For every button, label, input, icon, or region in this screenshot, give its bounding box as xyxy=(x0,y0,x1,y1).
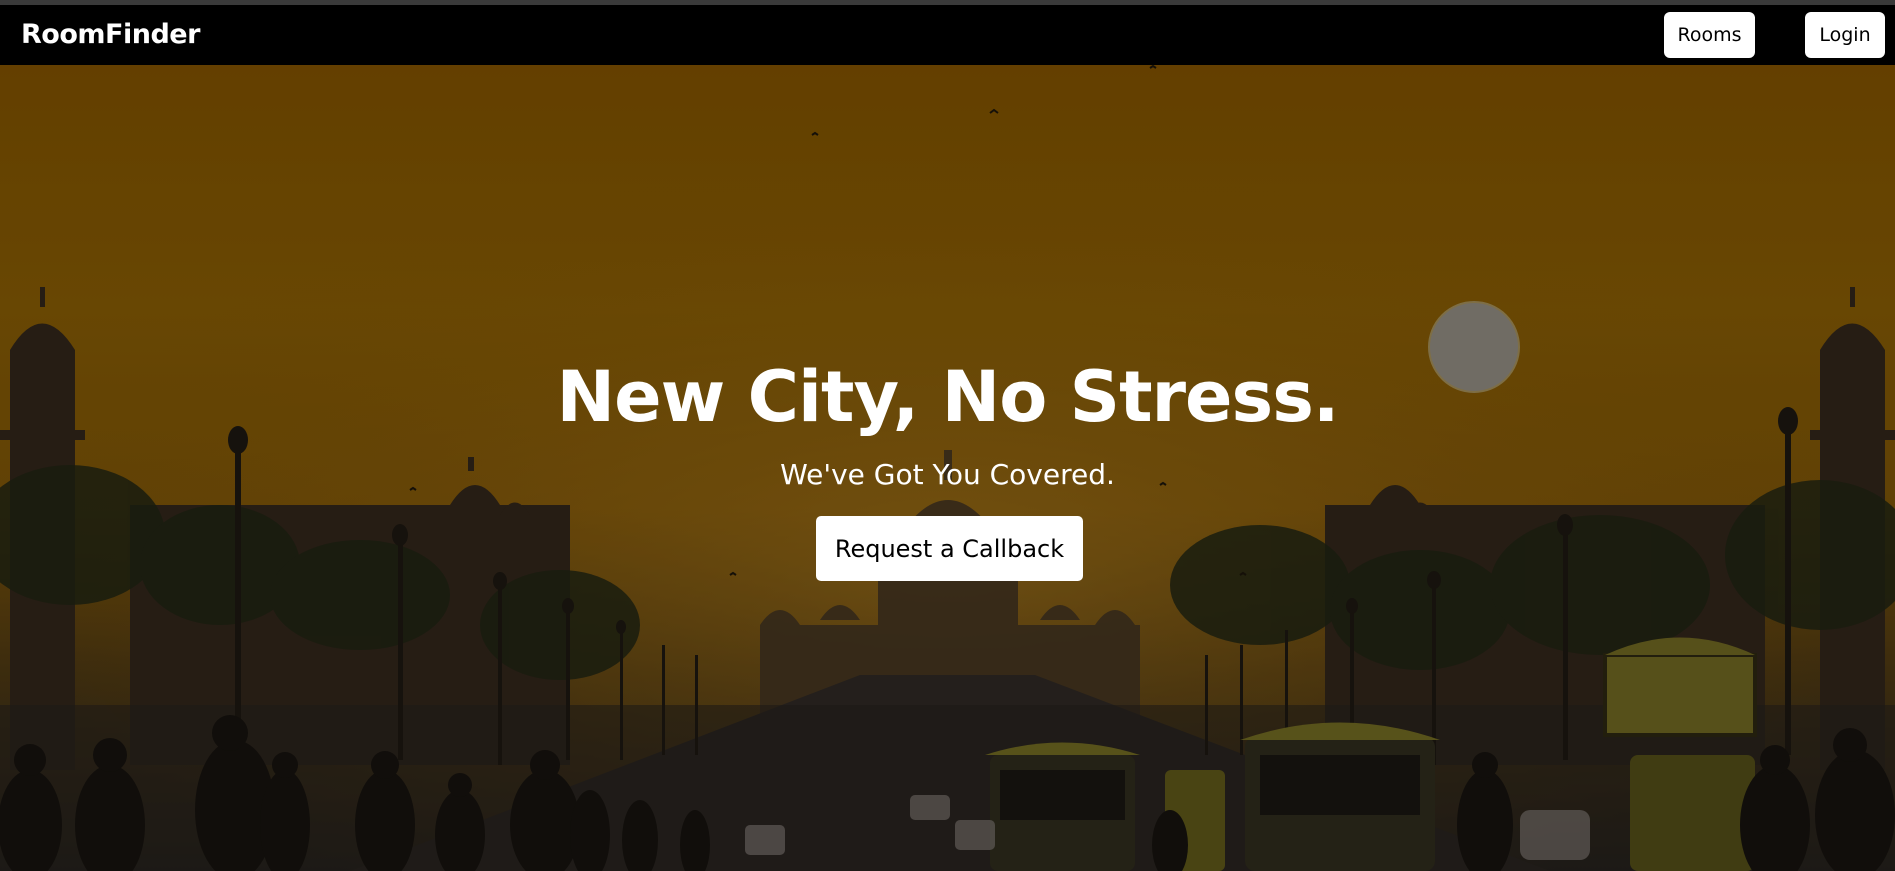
hero-section: New City, No Stress. We've Got You Cover… xyxy=(0,65,1895,871)
brand-logo[interactable]: RoomFinder xyxy=(21,19,200,50)
request-callback-button[interactable]: Request a Callback xyxy=(816,516,1083,581)
nav-rooms-button[interactable]: Rooms xyxy=(1664,12,1755,58)
nav-login-button[interactable]: Login xyxy=(1805,12,1885,58)
navbar: RoomFinder Rooms Login xyxy=(0,5,1895,65)
hero-subheadline: We've Got You Covered. xyxy=(780,458,1115,491)
hero-content: New City, No Stress. We've Got You Cover… xyxy=(0,65,1895,871)
hero-headline: New City, No Stress. xyxy=(556,356,1340,438)
